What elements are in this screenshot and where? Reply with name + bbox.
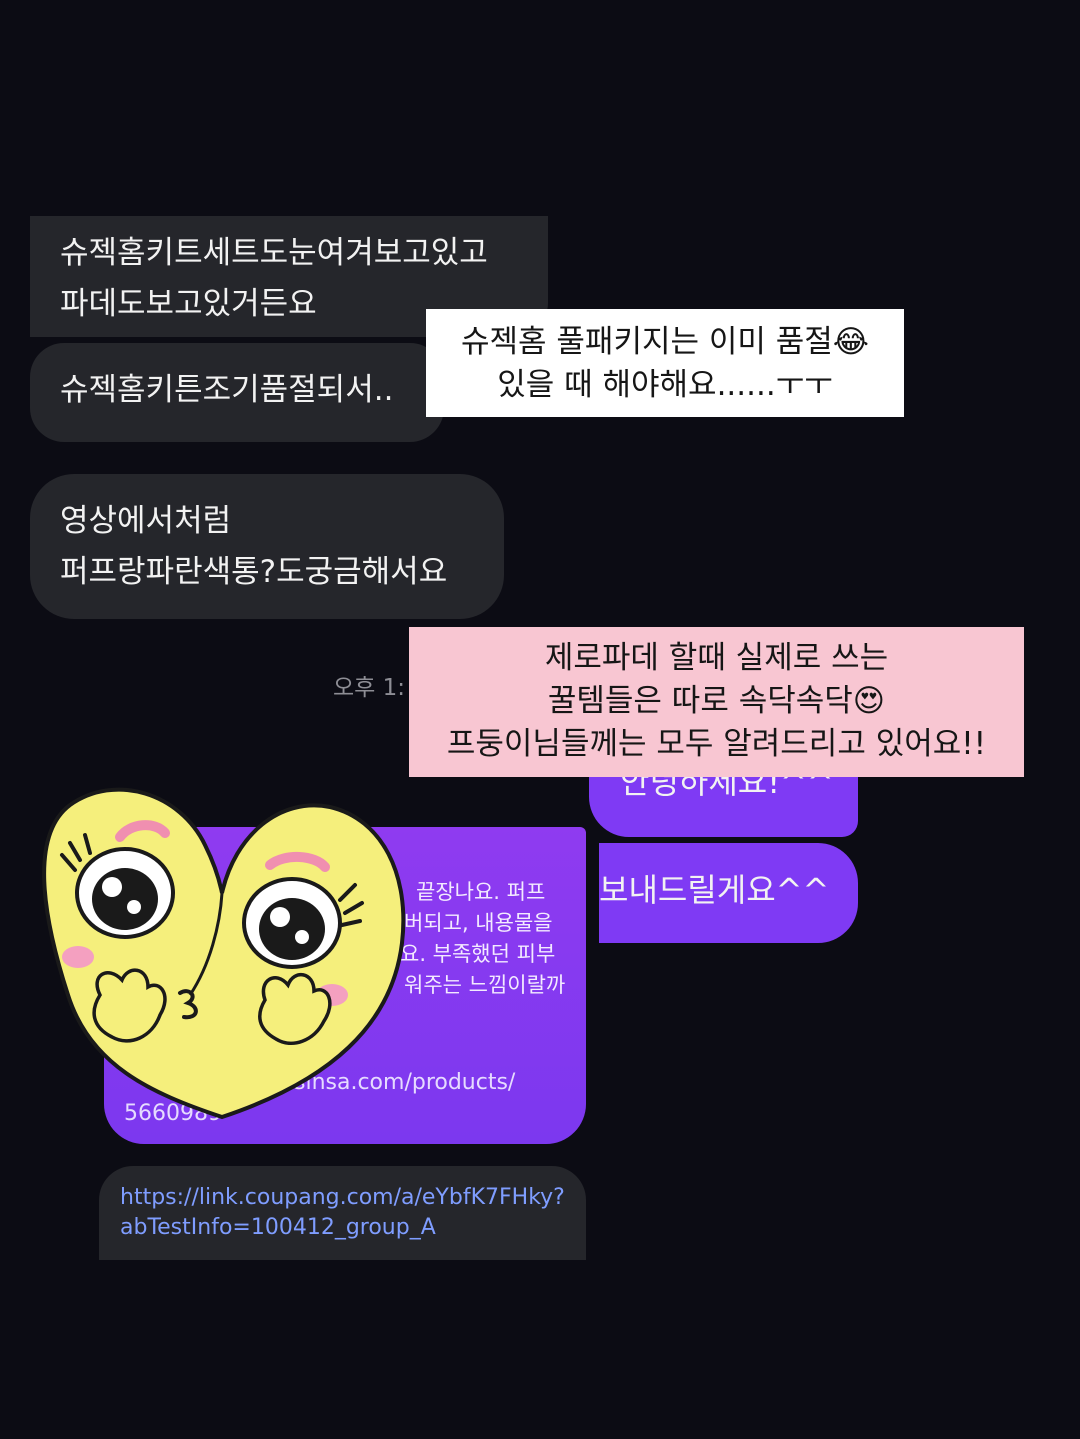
caption-pink-line-2: 꿀템들은 따로 속닥속닥😍: [547, 683, 886, 719]
link-card-text-line-4: 워주는 느낌이랄까: [404, 973, 566, 997]
link-card-text-line-3: 요. 부족했던 피부: [400, 942, 556, 966]
coupang-link-line-1[interactable]: https://link.coupang.com/a/eYbfK7FHky?: [120, 1183, 565, 1213]
message-timestamp: 오후 1:: [333, 675, 406, 701]
received-message-1-line-2: 파데도보고있거든요: [60, 286, 317, 322]
received-message-2-text: 슈젝홈키튼조기품절되서..: [60, 372, 394, 408]
caption-overlay-white: 슈젝홈 풀패키지는 이미 품절😂 있을 때 해야해요......ㅜㅜ: [426, 309, 904, 417]
caption-pink-line-3: 프둥이님들께는 모두 알려드리고 있어요!!: [446, 726, 987, 762]
caption-white-line-1: 슈젝홈 풀패키지는 이미 품절😂: [460, 324, 870, 360]
coupang-link-message[interactable]: https://link.coupang.com/a/eYbfK7FHky? a…: [99, 1166, 586, 1260]
sticker-left-cheek: [62, 946, 94, 968]
received-message-3[interactable]: 영상에서처럼 퍼프랑파란색통?도궁금해서요: [30, 474, 504, 619]
received-message-3-line-2: 퍼프랑파란색통?도궁금해서요: [60, 554, 448, 590]
caption-white-line-2: 있을 때 해야해요......ㅜㅜ: [497, 367, 833, 403]
sent-message-2[interactable]: 보내드릴게요^^: [599, 843, 858, 943]
received-message-2[interactable]: 슈젝홈키튼조기품절되서..: [30, 343, 444, 442]
sticker-right-pupil: [259, 898, 325, 960]
link-card-text-line-1: 끝장나요. 퍼프: [416, 880, 546, 904]
sent-message-2-text: 보내드릴게요^^: [599, 871, 830, 909]
link-card-text-line-2: 버되고, 내용물을: [404, 911, 553, 935]
heart-face-sticker-icon: [42, 787, 406, 1120]
caption-overlay-pink: 제로파데 할때 실제로 쓰는 꿀템들은 따로 속닥속닥😍 프둥이님들께는 모두 …: [409, 627, 1024, 777]
sticker-left-pupil: [92, 868, 158, 930]
sticker-heart-body: [42, 787, 406, 1120]
caption-pink-line-1: 제로파데 할때 실제로 쓰는: [544, 640, 889, 676]
received-message-3-line-1: 영상에서처럼: [60, 503, 232, 539]
coupang-link-line-2[interactable]: abTestInfo=100412_group_A: [120, 1213, 436, 1243]
received-message-1-line-1: 슈젝홈키트세트도눈여겨보고있고: [60, 235, 488, 271]
